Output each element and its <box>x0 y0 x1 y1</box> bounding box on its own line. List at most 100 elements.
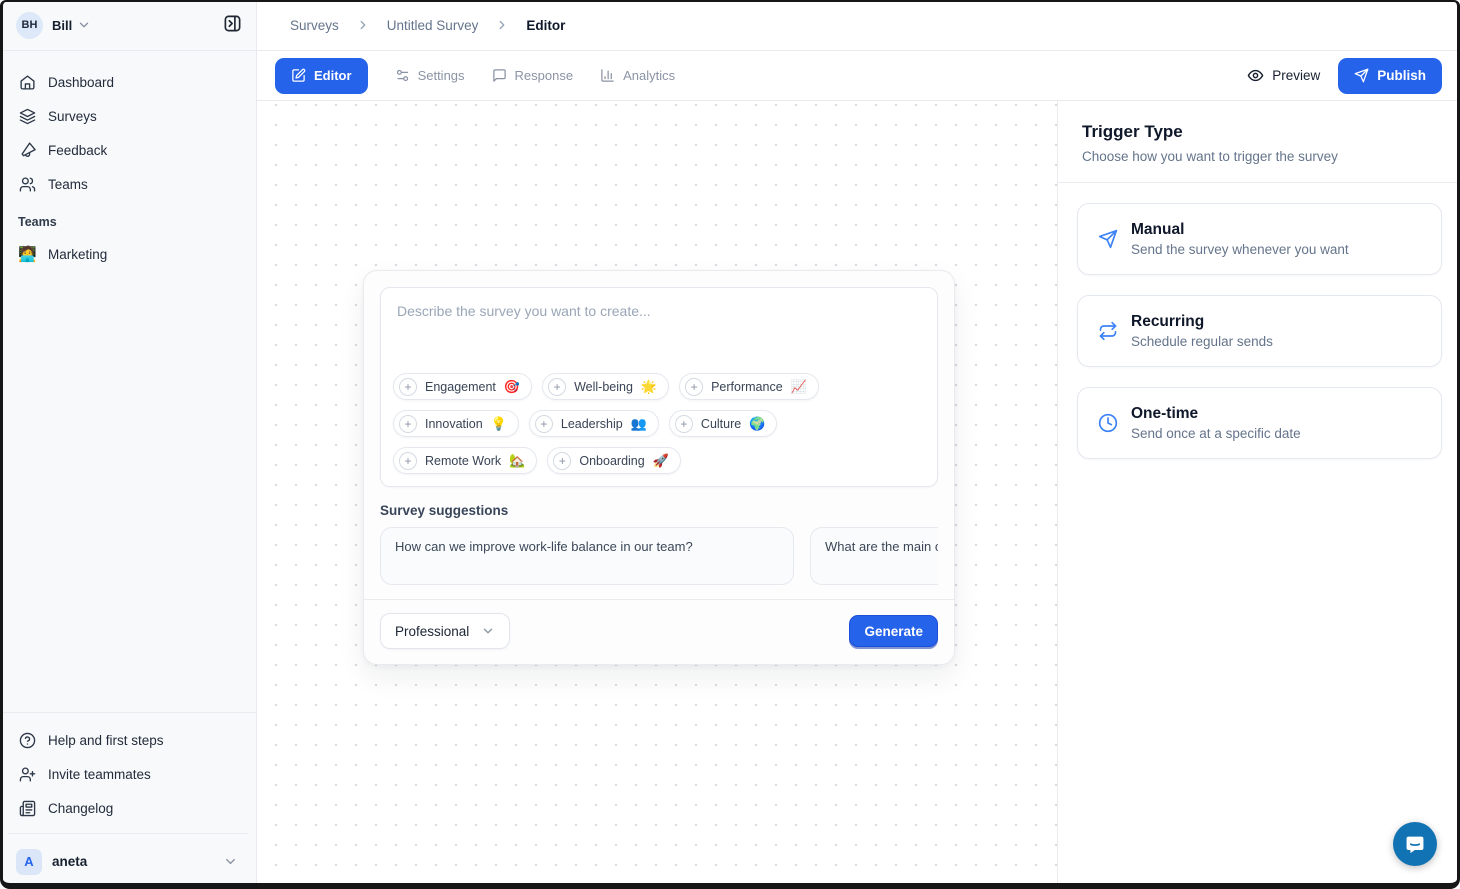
topic-chip-innovation[interactable]: + Innovation 💡 <box>393 410 519 437</box>
sidebar-item-label: Help and first steps <box>48 733 164 748</box>
sliders-icon <box>395 68 410 83</box>
eye-icon <box>1247 67 1264 84</box>
publish-button[interactable]: Publish <box>1338 58 1442 94</box>
suggestion-card[interactable]: What are the main ob <box>810 527 938 585</box>
chip-label: Leadership <box>561 417 623 431</box>
topic-chip-leadership[interactable]: + Leadership 👥 <box>529 410 659 437</box>
user-plus-icon <box>18 766 36 783</box>
sidebar-item-team-marketing[interactable]: 🧑‍💻 Marketing <box>8 237 248 271</box>
sidebar-item-surveys[interactable]: Surveys <box>8 99 248 133</box>
sidebar-footer-nav: Help and first steps Invite teammates Ch… <box>0 712 256 825</box>
sidebar-item-dashboard[interactable]: Dashboard <box>8 65 248 99</box>
sidebar-item-feedback[interactable]: Feedback <box>8 133 248 167</box>
bar-chart-icon <box>600 68 615 83</box>
editor-canvas[interactable]: Describe the survey you want to create..… <box>257 101 1057 889</box>
dart-emoji-icon: 🎯 <box>504 379 520 395</box>
sidebar-item-help[interactable]: Help and first steps <box>8 723 248 757</box>
chart-emoji-icon: 📈 <box>791 379 807 395</box>
sidebar-nav: Dashboard Surveys Feedback Teams <box>0 51 256 201</box>
tone-selected-value: Professional <box>395 624 469 639</box>
plus-icon: + <box>548 378 566 396</box>
sidebar-item-teams[interactable]: Teams <box>8 167 248 201</box>
topic-chip-performance[interactable]: + Performance 📈 <box>679 373 819 400</box>
panel-title: Trigger Type <box>1082 122 1436 142</box>
plus-icon: + <box>535 415 553 433</box>
busts-emoji-icon: 👥 <box>631 416 647 432</box>
tab-editor[interactable]: Editor <box>275 58 368 94</box>
send-icon <box>1098 229 1118 249</box>
chip-label: Engagement <box>425 380 496 394</box>
chevron-right-icon <box>356 18 370 32</box>
star-emoji-icon: 🌟 <box>641 379 657 395</box>
breadcrumb: Surveys Untitled Survey Editor <box>257 0 1460 51</box>
globe-emoji-icon: 🌍 <box>749 416 765 432</box>
suggestions-title: Survey suggestions <box>380 503 938 518</box>
tab-settings[interactable]: Settings <box>395 68 465 83</box>
plus-icon: + <box>553 452 571 470</box>
help-circle-icon <box>18 732 36 749</box>
option-description: Schedule regular sends <box>1131 334 1273 349</box>
chat-bubble-icon <box>1404 833 1426 855</box>
toolbar-actions: Preview Publish <box>1247 58 1442 94</box>
suggestion-card[interactable]: How can we improve work-life balance in … <box>380 527 794 585</box>
publish-label: Publish <box>1377 68 1426 83</box>
tab-analytics[interactable]: Analytics <box>600 68 675 83</box>
option-title: Manual <box>1131 221 1349 239</box>
survey-description-input[interactable]: Describe the survey you want to create..… <box>381 288 937 334</box>
plus-icon: + <box>399 378 417 396</box>
topic-chip-well-being[interactable]: + Well-being 🌟 <box>542 373 669 400</box>
content-area: Describe the survey you want to create..… <box>257 101 1460 889</box>
chevron-down-icon <box>77 18 91 32</box>
sidebar-item-invite[interactable]: Invite teammates <box>8 757 248 791</box>
workspace-switcher[interactable]: BH Bill <box>0 0 256 51</box>
house-emoji-icon: 🏡 <box>509 453 525 469</box>
sidebar-item-label: Feedback <box>48 143 107 158</box>
tab-label: Settings <box>418 68 465 83</box>
message-square-icon <box>492 68 507 83</box>
chip-label: Remote Work <box>425 454 501 468</box>
user-menu[interactable]: A aneta <box>8 833 248 879</box>
teams-section-label: Teams <box>0 201 256 237</box>
tab-response[interactable]: Response <box>492 68 574 83</box>
sidebar-item-label: Surveys <box>48 109 97 124</box>
chevron-right-icon <box>495 18 509 32</box>
chat-launcher-button[interactable] <box>1393 822 1437 866</box>
sidebar-item-changelog[interactable]: Changelog <box>8 791 248 825</box>
topic-chips: + Engagement 🎯 + Well-being 🌟 + <box>381 363 937 486</box>
collapse-sidebar-button[interactable] <box>223 14 242 36</box>
breadcrumb-surveys[interactable]: Surveys <box>290 18 339 33</box>
chip-label: Well-being <box>574 380 633 394</box>
topic-chip-remote-work[interactable]: + Remote Work 🏡 <box>393 447 537 474</box>
generate-button[interactable]: Generate <box>849 615 938 647</box>
sidebar: BH Bill Dashboard Surv <box>0 0 257 889</box>
chip-label: Culture <box>701 417 741 431</box>
app-window: BH Bill Dashboard Surv <box>0 0 1460 889</box>
trigger-option-recurring[interactable]: Recurring Schedule regular sends <box>1077 295 1442 367</box>
trigger-options: Manual Send the survey whenever you want… <box>1058 183 1460 459</box>
user-name: aneta <box>52 854 87 869</box>
topic-chip-onboarding[interactable]: + Onboarding 🚀 <box>547 447 681 474</box>
trigger-option-one-time[interactable]: One-time Send once at a specific date <box>1077 387 1442 459</box>
topic-chip-culture[interactable]: + Culture 🌍 <box>669 410 777 437</box>
trigger-option-manual[interactable]: Manual Send the survey whenever you want <box>1077 203 1442 275</box>
tab-label: Response <box>515 68 574 83</box>
option-title: Recurring <box>1131 313 1273 331</box>
layers-icon <box>18 108 36 125</box>
tone-select[interactable]: Professional <box>380 613 510 649</box>
chip-label: Onboarding <box>579 454 644 468</box>
home-icon <box>18 74 36 91</box>
bulb-emoji-icon: 💡 <box>491 416 507 432</box>
sidebar-item-label: Dashboard <box>48 75 114 90</box>
chip-label: Performance <box>711 380 783 394</box>
tab-label: Editor <box>314 68 352 83</box>
breadcrumb-untitled-survey[interactable]: Untitled Survey <box>387 18 479 33</box>
user-avatar: A <box>16 849 42 875</box>
editor-toolbar: Editor Settings Response Analytics <box>257 51 1460 101</box>
megaphone-icon <box>18 142 36 159</box>
clock-icon <box>1098 413 1118 433</box>
panel-subtitle: Choose how you want to trigger the surve… <box>1082 149 1436 164</box>
sidebar-item-label: Invite teammates <box>48 767 151 782</box>
topic-chip-engagement[interactable]: + Engagement 🎯 <box>393 373 532 400</box>
preview-button[interactable]: Preview <box>1247 67 1320 84</box>
composer-footer: Professional Generate <box>364 599 954 664</box>
